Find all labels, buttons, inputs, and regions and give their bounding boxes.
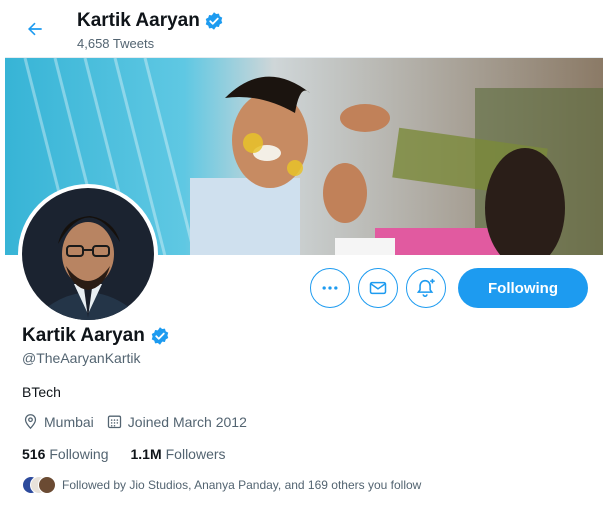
verified-badge-icon bbox=[151, 327, 169, 345]
message-button[interactable] bbox=[358, 268, 398, 308]
followed-by-row[interactable]: Followed by Jio Studios, Ananya Panday, … bbox=[22, 476, 421, 494]
tweet-count: 4,658 Tweets bbox=[77, 36, 155, 51]
joined-text: Joined March 2012 bbox=[127, 413, 247, 430]
calendar-icon bbox=[107, 415, 121, 429]
profile-name-row: Kartik Aaryan bbox=[22, 325, 170, 347]
followers-count: 1.1M bbox=[130, 446, 162, 462]
bell-plus-icon bbox=[416, 278, 435, 298]
following-count: 516 bbox=[22, 446, 46, 462]
profile-header-bar: Kartik Aaryan 4,658 Tweets bbox=[0, 0, 610, 56]
header-title: Kartik Aaryan bbox=[77, 10, 224, 32]
arrow-left-icon bbox=[28, 22, 42, 36]
mutual-avatars bbox=[22, 476, 56, 494]
profile-avatar[interactable] bbox=[18, 184, 158, 324]
location-pin-icon bbox=[24, 414, 37, 430]
more-button[interactable] bbox=[310, 268, 350, 308]
envelope-icon bbox=[369, 281, 387, 295]
notify-button[interactable] bbox=[406, 268, 446, 308]
avatar-image bbox=[22, 188, 154, 320]
mutual-avatar bbox=[38, 476, 56, 494]
profile-stats: 516 Following 1.1M Followers bbox=[22, 446, 226, 462]
profile-bio: BTech bbox=[22, 384, 61, 400]
verified-badge-icon bbox=[205, 12, 223, 30]
location-item: Mumbai bbox=[22, 413, 94, 430]
following-button[interactable]: Following bbox=[458, 268, 588, 308]
profile-handle: @TheAaryanKartik bbox=[22, 350, 141, 366]
following-stat[interactable]: 516 Following bbox=[22, 446, 109, 462]
joined-item: Joined March 2012 bbox=[106, 413, 247, 430]
header-name: Kartik Aaryan bbox=[77, 10, 200, 31]
following-label: Following bbox=[49, 446, 109, 462]
profile-meta: Mumbai Joined March 2012 bbox=[22, 413, 253, 430]
followers-stat[interactable]: 1.1M Followers bbox=[131, 446, 226, 462]
location-text: Mumbai bbox=[44, 413, 94, 430]
back-button[interactable] bbox=[22, 16, 48, 42]
followed-by-text: Followed by Jio Studios, Ananya Panday, … bbox=[62, 478, 422, 492]
followers-label: Followers bbox=[165, 446, 226, 462]
profile-name: Kartik Aaryan bbox=[22, 325, 145, 346]
more-icon bbox=[322, 286, 338, 290]
profile-actions: Following bbox=[310, 268, 588, 308]
